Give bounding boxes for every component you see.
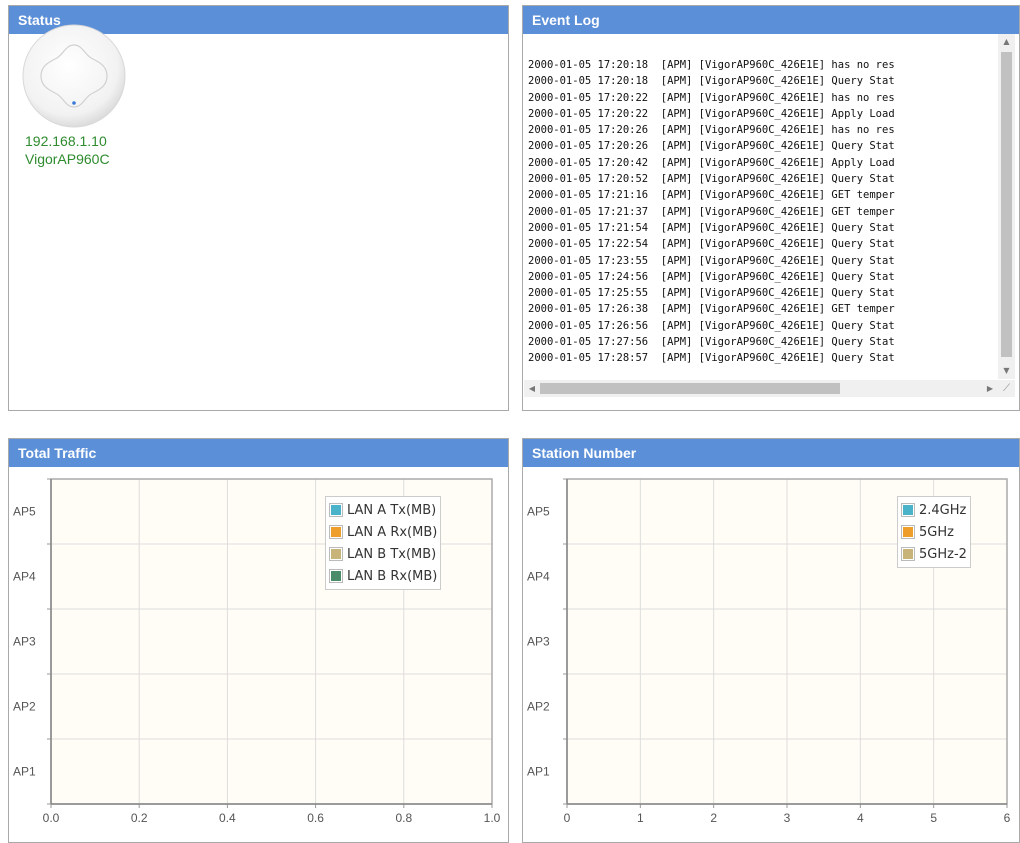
legend-swatch xyxy=(331,549,341,559)
y-tick-label: AP4 xyxy=(13,570,36,584)
log-line: 2000-01-05 17:26:38 [APM] [VigorAP960C_4… xyxy=(528,303,895,316)
legend-item[interactable]: 2.4GHz xyxy=(901,499,967,521)
legend-swatch xyxy=(331,571,341,581)
y-tick-label: AP3 xyxy=(13,635,36,649)
legend-label: 5GHz-2 xyxy=(919,546,967,562)
scroll-down-arrow-icon[interactable]: ▼ xyxy=(998,363,1015,379)
total-traffic-panel: Total Traffic 0.0 0.2 0.4 0.6 0.8 1.0 AP5 AP4 AP… xyxy=(8,438,509,843)
log-line: 2000-01-05 17:20:52 [APM] [VigorAP960C_4… xyxy=(528,173,895,186)
vertical-scroll-thumb[interactable] xyxy=(1001,52,1012,357)
legend-swatch xyxy=(331,505,341,515)
log-line: 2000-01-05 17:21:16 [APM] [VigorAP960C_4… xyxy=(528,189,895,202)
scroll-left-arrow-icon[interactable]: ◀ xyxy=(524,380,540,397)
total-traffic-legend: LAN A Tx(MB) LAN A Rx(MB) LAN B Tx(MB) L… xyxy=(325,496,442,590)
legend-item[interactable]: LAN A Tx(MB) xyxy=(329,499,437,521)
resize-grip-icon[interactable]: ⟋ xyxy=(998,380,1015,397)
x-tick-label: 1 xyxy=(637,811,644,825)
x-tick-label: 0.8 xyxy=(395,811,412,825)
legend-label: 2.4GHz xyxy=(919,502,967,518)
y-tick-label: AP5 xyxy=(527,505,550,519)
log-line: 2000-01-05 17:20:22 [APM] [VigorAP960C_4… xyxy=(528,91,895,104)
log-line: 2000-01-05 17:26:56 [APM] [VigorAP960C_4… xyxy=(528,319,895,332)
station-number-legend: 2.4GHz 5GHz 5GHz-2 xyxy=(897,496,971,568)
log-line: 2000-01-05 17:21:54 [APM] [VigorAP960C_4… xyxy=(528,221,895,234)
legend-swatch xyxy=(903,549,913,559)
legend-swatch xyxy=(903,527,913,537)
x-tick-label: 0.0 xyxy=(43,811,60,825)
x-tick-label: 1.0 xyxy=(484,811,501,825)
status-panel: Status 192.168.1.10 VigorAP960C xyxy=(8,5,509,411)
log-line: 2000-01-05 17:27:56 [APM] [VigorAP960C_4… xyxy=(528,336,895,349)
device-ip-address[interactable]: 192.168.1.10 xyxy=(25,133,107,149)
legend-swatch xyxy=(903,505,913,515)
y-tick-label: AP2 xyxy=(527,700,550,714)
legend-label: LAN A Rx(MB) xyxy=(347,524,438,540)
station-number-panel-title: Station Number xyxy=(523,439,1019,467)
access-point-icon[interactable] xyxy=(21,23,127,129)
total-traffic-panel-title: Total Traffic xyxy=(9,439,508,467)
x-tick-label: 2 xyxy=(710,811,717,825)
legend-label: LAN A Tx(MB) xyxy=(347,502,437,518)
legend-label: 5GHz xyxy=(919,524,954,540)
log-line: 2000-01-05 17:20:42 [APM] [VigorAP960C_4… xyxy=(528,156,895,169)
horizontal-scrollbar[interactable]: ◀ ▶ xyxy=(524,380,998,397)
log-line: 2000-01-05 17:20:18 [APM] [VigorAP960C_4… xyxy=(528,75,895,88)
y-tick-label: AP1 xyxy=(527,765,550,779)
horizontal-scroll-thumb[interactable] xyxy=(540,383,840,394)
x-tick-label: 4 xyxy=(857,811,864,825)
x-tick-label: 6 xyxy=(1004,811,1011,825)
legend-item[interactable]: 5GHz xyxy=(901,521,967,543)
x-tick-label: 0 xyxy=(564,811,571,825)
log-line: 2000-01-05 17:20:22 [APM] [VigorAP960C_4… xyxy=(528,107,895,120)
device-name[interactable]: VigorAP960C xyxy=(25,151,110,167)
y-tick-label: AP4 xyxy=(527,570,550,584)
scroll-right-arrow-icon[interactable]: ▶ xyxy=(982,380,998,397)
legend-item[interactable]: LAN B Rx(MB) xyxy=(329,565,437,587)
log-line: 2000-01-05 17:20:26 [APM] [VigorAP960C_4… xyxy=(528,124,895,137)
y-tick-label: AP2 xyxy=(13,700,36,714)
legend-label: LAN B Tx(MB) xyxy=(347,546,437,562)
x-tick-label: 0.4 xyxy=(219,811,236,825)
station-number-panel: Station Number 0 1 2 3 4 5 6 AP5 AP4 AP3 AP2 AP1 2.… xyxy=(522,438,1020,843)
x-tick-label: 3 xyxy=(784,811,791,825)
legend-item[interactable]: LAN A Rx(MB) xyxy=(329,521,437,543)
legend-swatch xyxy=(331,527,341,537)
y-tick-label: AP1 xyxy=(13,765,36,779)
legend-item[interactable]: LAN B Tx(MB) xyxy=(329,543,437,565)
log-line: 2000-01-05 17:22:54 [APM] [VigorAP960C_4… xyxy=(528,238,895,251)
event-log-lines: 2000-01-05 17:20:18 [APM] [VigorAP960C_4… xyxy=(528,57,895,367)
scroll-up-arrow-icon[interactable]: ▲ xyxy=(998,34,1015,50)
x-tick-label: 5 xyxy=(930,811,937,825)
log-line: 2000-01-05 17:20:18 [APM] [VigorAP960C_4… xyxy=(528,59,895,71)
event-log-textarea[interactable]: 2000-01-05 17:20:18 [APM] [VigorAP960C_4… xyxy=(524,34,1018,380)
log-line: 2000-01-05 17:25:55 [APM] [VigorAP960C_4… xyxy=(528,287,895,300)
log-line: 2000-01-05 17:20:26 [APM] [VigorAP960C_4… xyxy=(528,140,895,153)
y-tick-label: AP3 xyxy=(527,635,550,649)
legend-item[interactable]: 5GHz-2 xyxy=(901,543,967,565)
x-tick-label: 0.2 xyxy=(131,811,148,825)
vertical-scrollbar[interactable]: ▲ ▼ xyxy=(998,34,1015,379)
y-tick-label: AP5 xyxy=(13,505,36,519)
event-log-panel-title: Event Log xyxy=(523,6,1019,34)
log-line: 2000-01-05 17:23:55 [APM] [VigorAP960C_4… xyxy=(528,254,895,267)
log-line: 2000-01-05 17:24:56 [APM] [VigorAP960C_4… xyxy=(528,270,895,283)
log-line: 2000-01-05 17:28:57 [APM] [VigorAP960C_4… xyxy=(528,352,895,365)
legend-label: LAN B Rx(MB) xyxy=(347,568,438,584)
log-line: 2000-01-05 17:21:37 [APM] [VigorAP960C_4… xyxy=(528,205,895,218)
event-log-panel: Event Log 2000-01-05 17:20:18 [APM] [Vig… xyxy=(522,5,1020,411)
x-tick-label: 0.6 xyxy=(307,811,324,825)
